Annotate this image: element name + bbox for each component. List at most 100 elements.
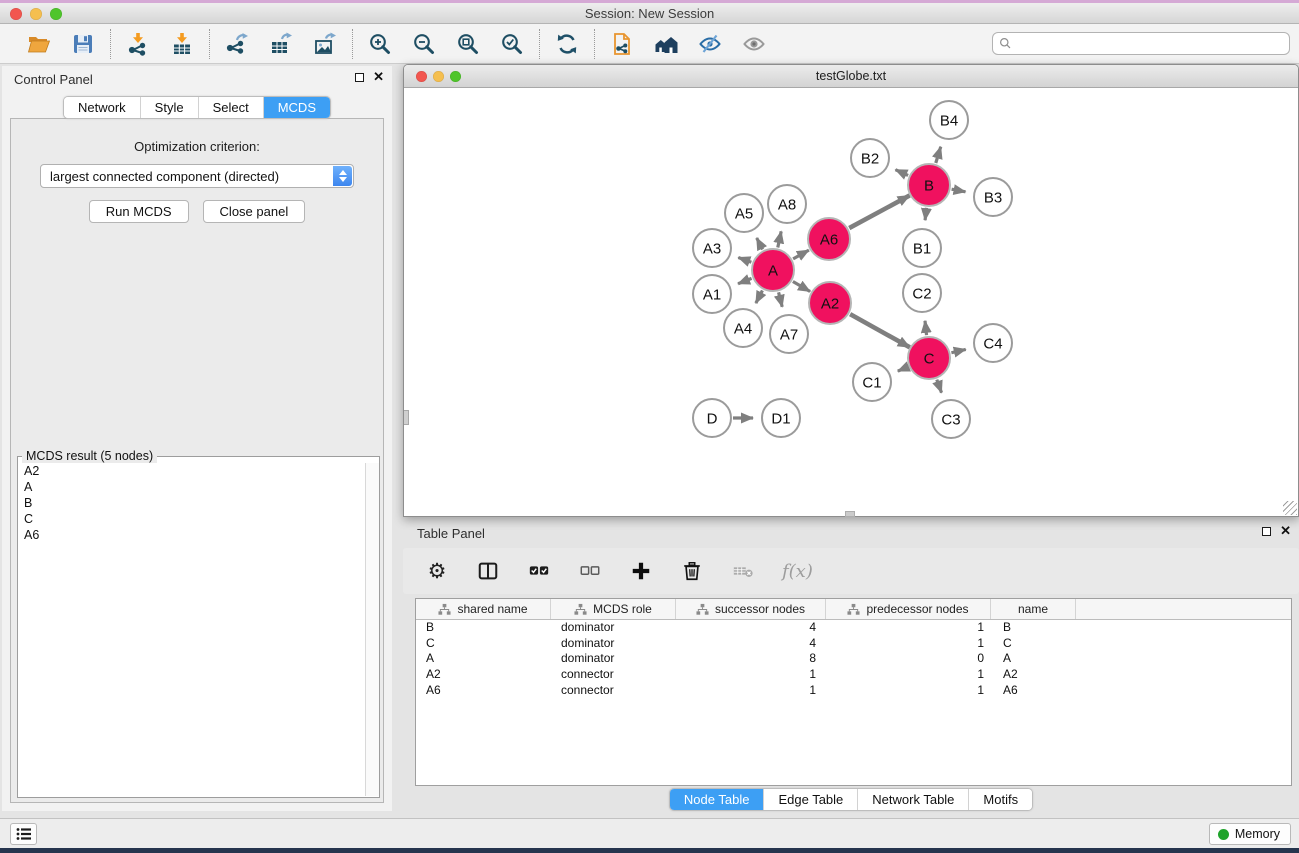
table-cell[interactable]: A6 [416, 683, 551, 699]
table-cell[interactable]: 4 [676, 620, 826, 636]
edge-A-A4[interactable] [756, 290, 763, 303]
table-cell[interactable]: dominator [551, 651, 676, 667]
import-table-icon[interactable] [169, 31, 195, 57]
edge-B-B4[interactable] [936, 147, 941, 163]
result-scrollbar[interactable] [365, 463, 379, 796]
column-settings-gear-icon[interactable]: ⚙ [425, 559, 449, 583]
table-cell[interactable]: dominator [551, 620, 676, 636]
memory-button[interactable]: Memory [1209, 823, 1291, 845]
birdseye-handle[interactable] [404, 410, 409, 425]
edge-C-C3[interactable] [937, 380, 942, 393]
tab-mcds[interactable]: MCDS [263, 97, 330, 118]
show-columns-icon[interactable] [476, 559, 500, 583]
edge-A2-C[interactable] [850, 314, 910, 347]
table-cell[interactable]: B [991, 620, 1076, 636]
criterion-select[interactable]: largest connected component (directed) [40, 164, 354, 188]
window-resize-grip[interactable] [1283, 501, 1297, 515]
tab-edge-table[interactable]: Edge Table [763, 789, 857, 810]
table-cell[interactable]: 8 [676, 651, 826, 667]
import-network-icon[interactable] [125, 31, 151, 57]
edge-A-A6[interactable] [793, 250, 809, 259]
delete-rows-icon[interactable] [680, 559, 704, 583]
edge-A6-B[interactable] [849, 195, 909, 228]
home-view-icon[interactable] [653, 31, 679, 57]
column-header-shared-name[interactable]: shared name [416, 599, 551, 619]
table-row[interactable]: Bdominator41B [416, 620, 1291, 636]
column-header-successor-nodes[interactable]: successor nodes [676, 599, 826, 619]
edge-C-C1[interactable] [898, 367, 908, 371]
show-hidden-icon[interactable] [741, 31, 767, 57]
export-table-icon[interactable] [268, 31, 294, 57]
edge-A-A3[interactable] [738, 257, 751, 262]
hide-selected-icon[interactable] [697, 31, 723, 57]
float-table-panel-icon[interactable] [1262, 527, 1271, 536]
edge-A-A2[interactable] [793, 282, 810, 292]
zoom-out-icon[interactable] [411, 31, 437, 57]
apply-layout-icon[interactable] [554, 31, 580, 57]
table-cell[interactable]: 4 [676, 636, 826, 652]
search-input[interactable] [1016, 35, 1289, 53]
tab-network[interactable]: Network [64, 97, 140, 118]
show-panels-list-button[interactable] [10, 823, 37, 845]
table-cell[interactable]: A [991, 651, 1076, 667]
edge-C-C4[interactable] [951, 349, 965, 352]
save-session-icon[interactable] [70, 31, 96, 57]
result-item[interactable]: B [19, 495, 364, 511]
table-cell[interactable]: A [416, 651, 551, 667]
tab-node-table[interactable]: Node Table [670, 789, 764, 810]
edge-B-B2[interactable] [895, 170, 908, 176]
table-cell[interactable]: 0 [826, 651, 991, 667]
deselect-all-checks-icon[interactable] [578, 559, 602, 583]
result-item[interactable]: A [19, 479, 364, 495]
network-canvas[interactable]: AA1A2A3A4A5A6A7A8BB1B2B3B4CC1C2C3C4DD1 [405, 89, 1298, 516]
column-header-predecessor-nodes[interactable]: predecessor nodes [826, 599, 991, 619]
table-cell[interactable]: 1 [826, 683, 991, 699]
column-header-name[interactable]: name [991, 599, 1076, 619]
table-row[interactable]: Adominator80A [416, 651, 1291, 667]
table-cell[interactable]: connector [551, 683, 676, 699]
float-panel-icon[interactable] [355, 73, 364, 82]
new-network-from-selection-icon[interactable] [609, 31, 635, 57]
table-row[interactable]: A6connector11A6 [416, 683, 1291, 699]
column-header-mcds-role[interactable]: MCDS role [551, 599, 676, 619]
add-row-icon[interactable] [629, 559, 653, 583]
zoom-fit-icon[interactable] [455, 31, 481, 57]
zoom-in-icon[interactable] [367, 31, 393, 57]
zoom-selected-icon[interactable] [499, 31, 525, 57]
table-cell[interactable]: 1 [676, 667, 826, 683]
tab-network-table[interactable]: Network Table [857, 789, 968, 810]
edge-A-A5[interactable] [757, 238, 763, 250]
table-cell[interactable]: C [991, 636, 1076, 652]
run-mcds-button[interactable]: Run MCDS [89, 200, 189, 223]
result-item[interactable]: A6 [19, 527, 364, 543]
split-divider-handle[interactable] [845, 511, 855, 517]
tab-select[interactable]: Select [198, 97, 263, 118]
table-cell[interactable]: 1 [826, 667, 991, 683]
table-row[interactable]: A2connector11A2 [416, 667, 1291, 683]
edge-A-A8[interactable] [778, 231, 781, 247]
table-cell[interactable]: 1 [826, 636, 991, 652]
table-cell[interactable]: connector [551, 667, 676, 683]
edge-A-A1[interactable] [738, 278, 752, 283]
table-cell[interactable]: 1 [826, 620, 991, 636]
tab-style[interactable]: Style [140, 97, 198, 118]
select-all-checks-icon[interactable] [527, 559, 551, 583]
table-cell[interactable]: dominator [551, 636, 676, 652]
table-cell[interactable]: A2 [991, 667, 1076, 683]
result-item[interactable]: C [19, 511, 364, 527]
table-cell[interactable]: A6 [991, 683, 1076, 699]
export-network-icon[interactable] [224, 31, 250, 57]
export-image-icon[interactable] [312, 31, 338, 57]
network-graph[interactable]: AA1A2A3A4A5A6A7A8BB1B2B3B4CC1C2C3C4DD1 [405, 89, 1298, 516]
result-item[interactable]: A2 [19, 463, 364, 479]
table-cell[interactable]: A2 [416, 667, 551, 683]
search-field[interactable] [992, 32, 1290, 55]
tab-motifs[interactable]: Motifs [968, 789, 1032, 810]
edge-B-B3[interactable] [952, 189, 966, 192]
close-table-panel-icon[interactable]: ✕ [1280, 526, 1291, 536]
edge-B-B1[interactable] [925, 208, 926, 220]
open-session-icon[interactable] [26, 31, 52, 57]
close-panel-icon[interactable]: ✕ [373, 72, 384, 82]
table-cell[interactable]: B [416, 620, 551, 636]
edge-C-C2[interactable] [925, 321, 927, 335]
